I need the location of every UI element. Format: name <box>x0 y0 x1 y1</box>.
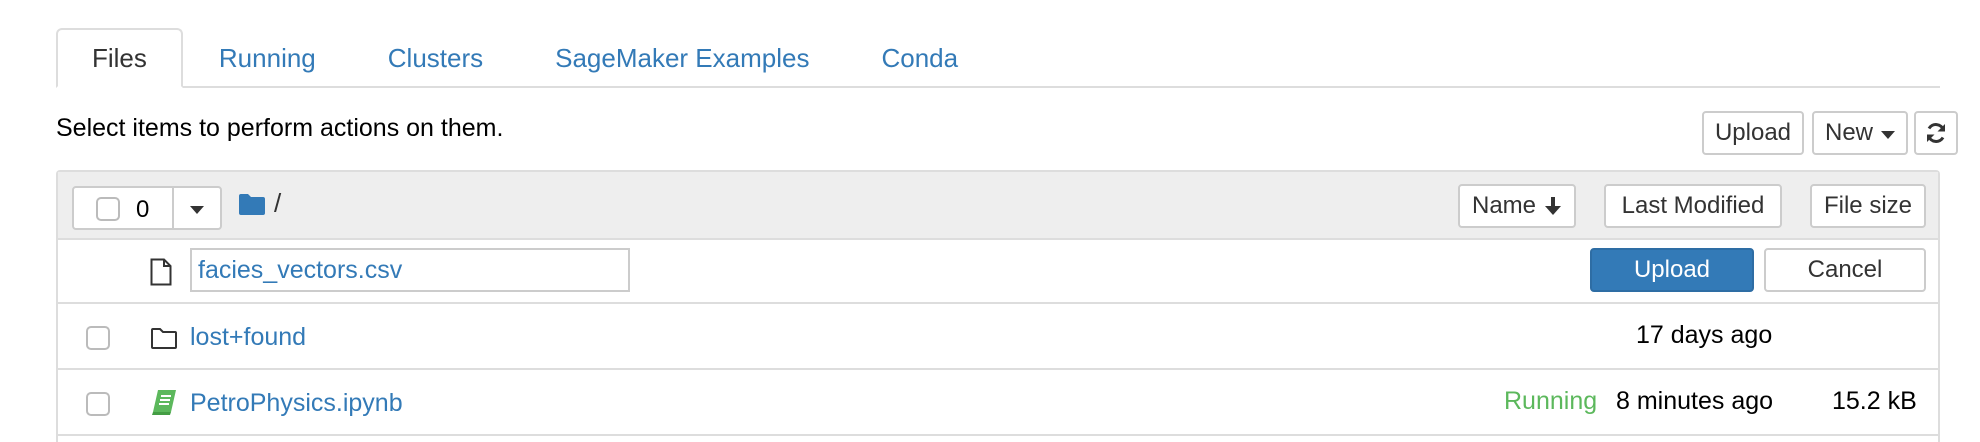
sort-last-modified-label: Last Modified <box>1621 192 1765 219</box>
list-item: lost+found 17 days ago <box>58 306 1938 370</box>
file-icon <box>150 258 172 286</box>
sort-name-label: Name <box>1471 192 1537 219</box>
tab-running[interactable]: Running <box>183 28 352 88</box>
select-all-group: 0 <box>72 186 222 230</box>
sort-last-modified-button[interactable]: Last Modified <box>1604 184 1782 228</box>
selection-hint: Select items to perform actions on them. <box>56 114 504 142</box>
item-last-modified: 8 minutes ago <box>1616 387 1774 415</box>
upload-button-label: Upload <box>1714 119 1792 146</box>
tab-bar: Files Running Clusters SageMaker Example… <box>56 28 1940 88</box>
item-checkbox[interactable] <box>86 392 110 416</box>
tab-sagemaker-examples[interactable]: SageMaker Examples <box>519 28 845 88</box>
item-name-link[interactable]: PetroPhysics.ipynb <box>190 389 403 418</box>
folder-outline-icon <box>151 328 177 349</box>
item-last-modified: 17 days ago <box>1636 321 1773 349</box>
pending-upload-row: Upload Cancel <box>58 240 1938 304</box>
sort-file-size-label: File size <box>1823 192 1913 219</box>
running-status: Running <box>1504 387 1598 415</box>
arrow-down-icon <box>1545 197 1562 215</box>
item-file-size: 15.2 kB <box>1832 387 1917 415</box>
new-button-label: New <box>1824 119 1873 146</box>
tab-clusters[interactable]: Clusters <box>352 28 519 88</box>
item-checkbox[interactable] <box>86 326 110 350</box>
sort-name-button[interactable]: Name <box>1458 184 1576 228</box>
notebook-icon <box>152 390 176 415</box>
cancel-upload-label: Cancel <box>1807 256 1883 283</box>
refresh-icon <box>1927 123 1945 143</box>
upload-filename-input[interactable] <box>190 248 630 292</box>
confirm-upload-button[interactable]: Upload <box>1590 248 1754 292</box>
select-dropdown-toggle[interactable] <box>174 188 220 228</box>
cancel-upload-button[interactable]: Cancel <box>1764 248 1926 292</box>
list-header: 0 / Name Last Modified File size <box>58 172 1938 240</box>
confirm-upload-label: Upload <box>1633 256 1711 283</box>
tab-conda[interactable]: Conda <box>845 28 994 88</box>
refresh-button[interactable] <box>1914 111 1958 155</box>
file-list: 0 / Name Last Modified File size facies_… <box>56 170 1940 442</box>
select-all-checkbox[interactable] <box>96 197 120 221</box>
jupyter-file-browser: Files Running Clusters SageMaker Example… <box>0 0 1980 442</box>
list-item: PetroPhysics.ipynb Running 8 minutes ago… <box>58 372 1938 436</box>
sort-file-size-button[interactable]: File size <box>1810 184 1926 228</box>
new-button[interactable]: New <box>1812 111 1908 155</box>
caret-down-icon <box>1881 130 1895 139</box>
caret-down-icon <box>190 206 204 214</box>
upload-button[interactable]: Upload <box>1702 111 1804 155</box>
tab-files[interactable]: Files <box>56 28 183 88</box>
current-path[interactable]: / <box>274 188 281 219</box>
selected-count: 0 <box>136 196 150 223</box>
item-name-link[interactable]: lost+found <box>190 323 306 352</box>
folder-icon <box>239 194 265 215</box>
